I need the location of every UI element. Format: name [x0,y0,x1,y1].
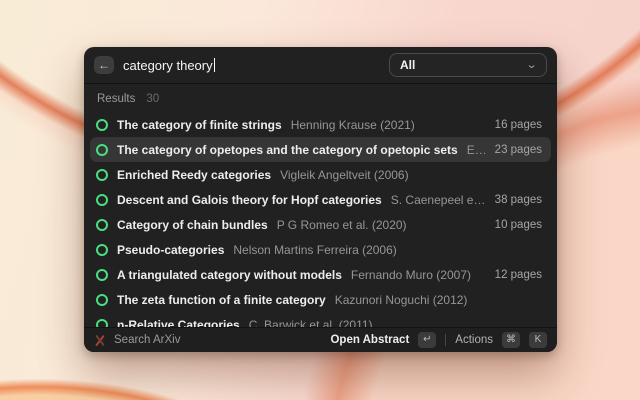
result-row[interactable]: Enriched Reedy categories Vigleik Angelt… [90,162,551,187]
result-author: Kazunori Noguchi (2012) [335,293,468,307]
search-header: ← category theory All ⌄ [84,47,557,84]
result-pages: 23 pages [495,144,542,156]
filter-dropdown[interactable]: All ⌄ [389,53,547,77]
result-row-selected[interactable]: The category of opetopes and the categor… [90,137,551,162]
filter-dropdown-value: All [400,58,415,72]
result-title: Pseudo-categories [117,243,224,257]
result-title: Descent and Galois theory for Hopf categ… [117,193,382,207]
result-pages: 38 pages [495,194,542,206]
result-pages: 16 pages [495,119,542,131]
results-list: Results 30 The category of finite string… [84,84,557,327]
search-input-value: category theory [123,58,213,73]
search-input[interactable]: category theory [123,58,380,73]
paper-circle-icon [96,194,108,206]
result-title: A triangulated category without models [117,268,342,282]
arxiv-logo-icon [94,335,105,346]
result-row[interactable]: The category of finite strings Henning K… [90,112,551,137]
command-key-icon: ⌘ [502,332,520,348]
result-row[interactable]: The zeta function of a finite category K… [90,287,551,312]
result-author: Fernando Muro (2007) [351,268,471,282]
open-abstract-button[interactable]: Open Abstract [330,334,409,346]
result-row[interactable]: A triangulated category without models F… [90,262,551,287]
action-bar: Search ArXiv Open Abstract ↵ Actions ⌘ K [84,327,557,352]
extension-name: Search ArXiv [114,334,180,346]
result-author: Henning Krause (2021) [291,118,415,132]
command-palette-window: ← category theory All ⌄ Results 30 The c… [84,47,557,352]
result-title: The category of finite strings [117,118,282,132]
text-cursor [214,58,215,72]
results-label: Results [97,93,135,105]
result-author: Vigleik Angeltveit (2006) [280,168,409,182]
result-title: Enriched Reedy categories [117,168,271,182]
paper-circle-icon [96,244,108,256]
k-key-icon: K [529,332,547,348]
back-button[interactable]: ← [94,56,114,74]
result-pages: 10 pages [495,219,542,231]
results-count: 30 [146,93,159,105]
actions-menu-button[interactable]: Actions [455,334,493,346]
back-arrow-icon: ← [98,59,110,71]
footer-divider [445,334,446,346]
result-row[interactable]: Descent and Galois theory for Hopf categ… [90,187,551,212]
paper-circle-icon [96,319,108,328]
enter-key-icon: ↵ [418,332,436,348]
result-author: Eugenia Cheng (2003) [467,143,486,157]
result-row[interactable]: n-Relative Categories C. Barwick et al. … [90,312,551,327]
result-row[interactable]: Pseudo-categories Nelson Martins Ferreir… [90,237,551,262]
result-author: S. Caenepeel et al. (2017) [391,193,486,207]
paper-circle-icon [96,119,108,131]
result-title: The zeta function of a finite category [117,293,326,307]
paper-circle-icon [96,219,108,231]
chevron-down-icon: ⌄ [525,60,537,71]
result-title: n-Relative Categories [117,318,240,328]
result-pages: 12 pages [495,269,542,281]
result-row[interactable]: Category of chain bundles P G Romeo et a… [90,212,551,237]
paper-circle-icon [96,294,108,306]
result-title: Category of chain bundles [117,218,268,232]
result-author: Nelson Martins Ferreira (2006) [233,243,396,257]
paper-circle-icon [96,169,108,181]
result-title: The category of opetopes and the categor… [117,143,458,157]
result-author: P G Romeo et al. (2020) [277,218,407,232]
paper-circle-icon [96,144,108,156]
results-section-header: Results 30 [90,84,551,112]
result-author: C. Barwick et al. (2011) [249,318,373,328]
paper-circle-icon [96,269,108,281]
